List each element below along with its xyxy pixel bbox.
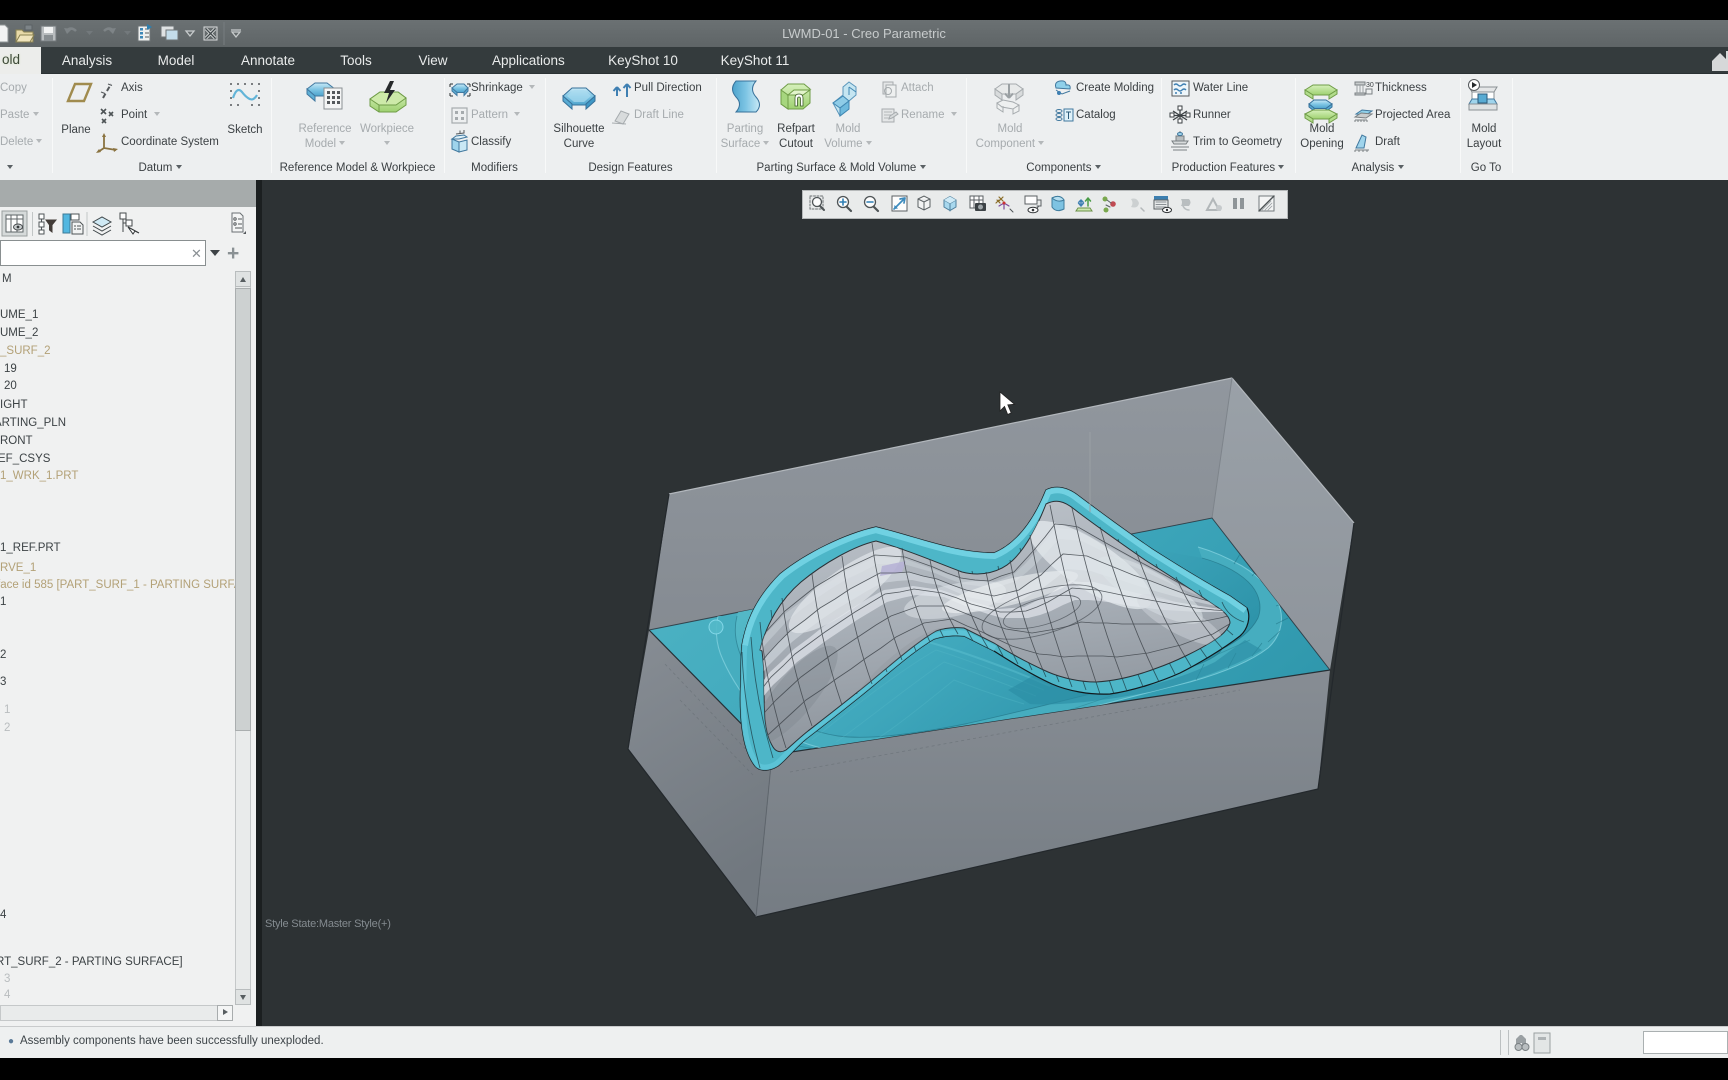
svg-text:30: 30 — [1366, 82, 1374, 89]
